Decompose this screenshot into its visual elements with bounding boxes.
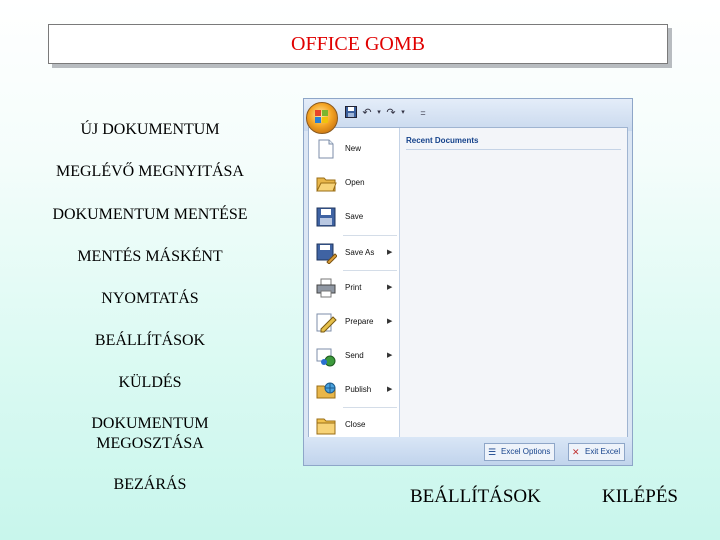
label-save-document: DOKUMENTUM MENTÉSE	[52, 206, 248, 223]
send-icon	[315, 345, 337, 367]
close-folder-icon	[315, 414, 337, 436]
label-share-document: DOKUMENTUM MEGOSZTÁSA	[91, 415, 209, 452]
menu-item-label: Send	[345, 351, 364, 360]
menu-item-label: Prepare	[345, 317, 374, 326]
menu-item-label: Print	[345, 283, 362, 292]
menu-item-label: Publish	[345, 385, 372, 394]
customize-toolbar-icon[interactable]: =	[416, 106, 430, 120]
office-menu-screenshot: ↶ ▾ ↷ ▾ = New Open Save Save As ▶ Print …	[303, 98, 633, 466]
menu-item-prepare[interactable]: Prepare ▶	[309, 305, 399, 339]
label-close: BEZÁRÁS	[113, 476, 187, 493]
redo-dropdown-icon[interactable]: ▾	[396, 106, 410, 120]
menu-item-open[interactable]: Open	[309, 166, 399, 200]
save-icon[interactable]	[344, 106, 358, 120]
save-disk-icon	[315, 206, 337, 228]
label-print: NYOMTATÁS	[101, 290, 199, 307]
label-options: BEÁLLÍTÁSOK	[410, 486, 541, 507]
label-settings: BEÁLLÍTÁSOK	[94, 332, 206, 349]
submenu-arrow-icon: ▶	[387, 318, 393, 325]
label-exit: KILÉPÉS	[602, 486, 678, 507]
menu-item-label: Save As	[345, 248, 375, 257]
office-button[interactable]	[306, 102, 338, 134]
menu-item-save[interactable]: Save	[309, 200, 399, 234]
menu-item-label: Save	[345, 212, 364, 221]
save-as-icon	[315, 242, 338, 265]
menu-footer: ☰ Excel Options ✕ Exit Excel	[304, 437, 632, 465]
submenu-arrow-icon: ▶	[387, 284, 393, 291]
exit-excel-label: Exit Excel	[585, 447, 621, 456]
new-document-icon	[315, 138, 337, 160]
options-icon: ☰	[488, 447, 497, 457]
label-new-document: ÚJ DOKUMENTUM	[80, 121, 220, 138]
menu-item-save-as[interactable]: Save As ▶	[309, 236, 399, 270]
excel-options-button[interactable]: ☰ Excel Options	[484, 443, 556, 461]
submenu-arrow-icon: ▶	[387, 386, 393, 393]
office-menu-panel: New Open Save Save As ▶ Print ▶ Prepare …	[308, 127, 628, 439]
excel-options-label: Excel Options	[501, 447, 551, 456]
label-open-existing: MEGLÉVŐ MEGNYITÁSA	[56, 163, 244, 180]
submenu-arrow-icon: ▶	[387, 352, 393, 359]
menu-item-label: New	[345, 144, 362, 153]
open-folder-icon	[315, 172, 337, 194]
submenu-arrow-icon: ▶	[387, 249, 393, 256]
menu-item-new[interactable]: New	[309, 132, 399, 166]
menu-item-label: Close	[345, 420, 366, 429]
label-save-as: MENTÉS MÁSKÉNT	[77, 248, 223, 265]
office-logo-icon	[315, 110, 329, 124]
recent-documents-title: Recent Documents	[406, 136, 621, 150]
label-send: KÜLDÉS	[118, 374, 182, 391]
prepare-pencil-icon	[315, 311, 337, 333]
printer-icon	[315, 277, 337, 299]
menu-item-send[interactable]: Send ▶	[309, 339, 399, 373]
menu-item-label: Open	[345, 178, 365, 187]
publish-icon	[315, 379, 337, 401]
recent-documents-pane: Recent Documents	[400, 128, 627, 438]
slide-title: OFFICE GOMB	[48, 24, 668, 64]
menu-commands: New Open Save Save As ▶ Print ▶ Prepare …	[309, 128, 400, 438]
menu-item-publish[interactable]: Publish ▶	[309, 373, 399, 407]
close-icon: ✕	[572, 447, 580, 457]
menu-item-print[interactable]: Print ▶	[309, 271, 399, 305]
exit-excel-button[interactable]: ✕ Exit Excel	[568, 443, 626, 461]
